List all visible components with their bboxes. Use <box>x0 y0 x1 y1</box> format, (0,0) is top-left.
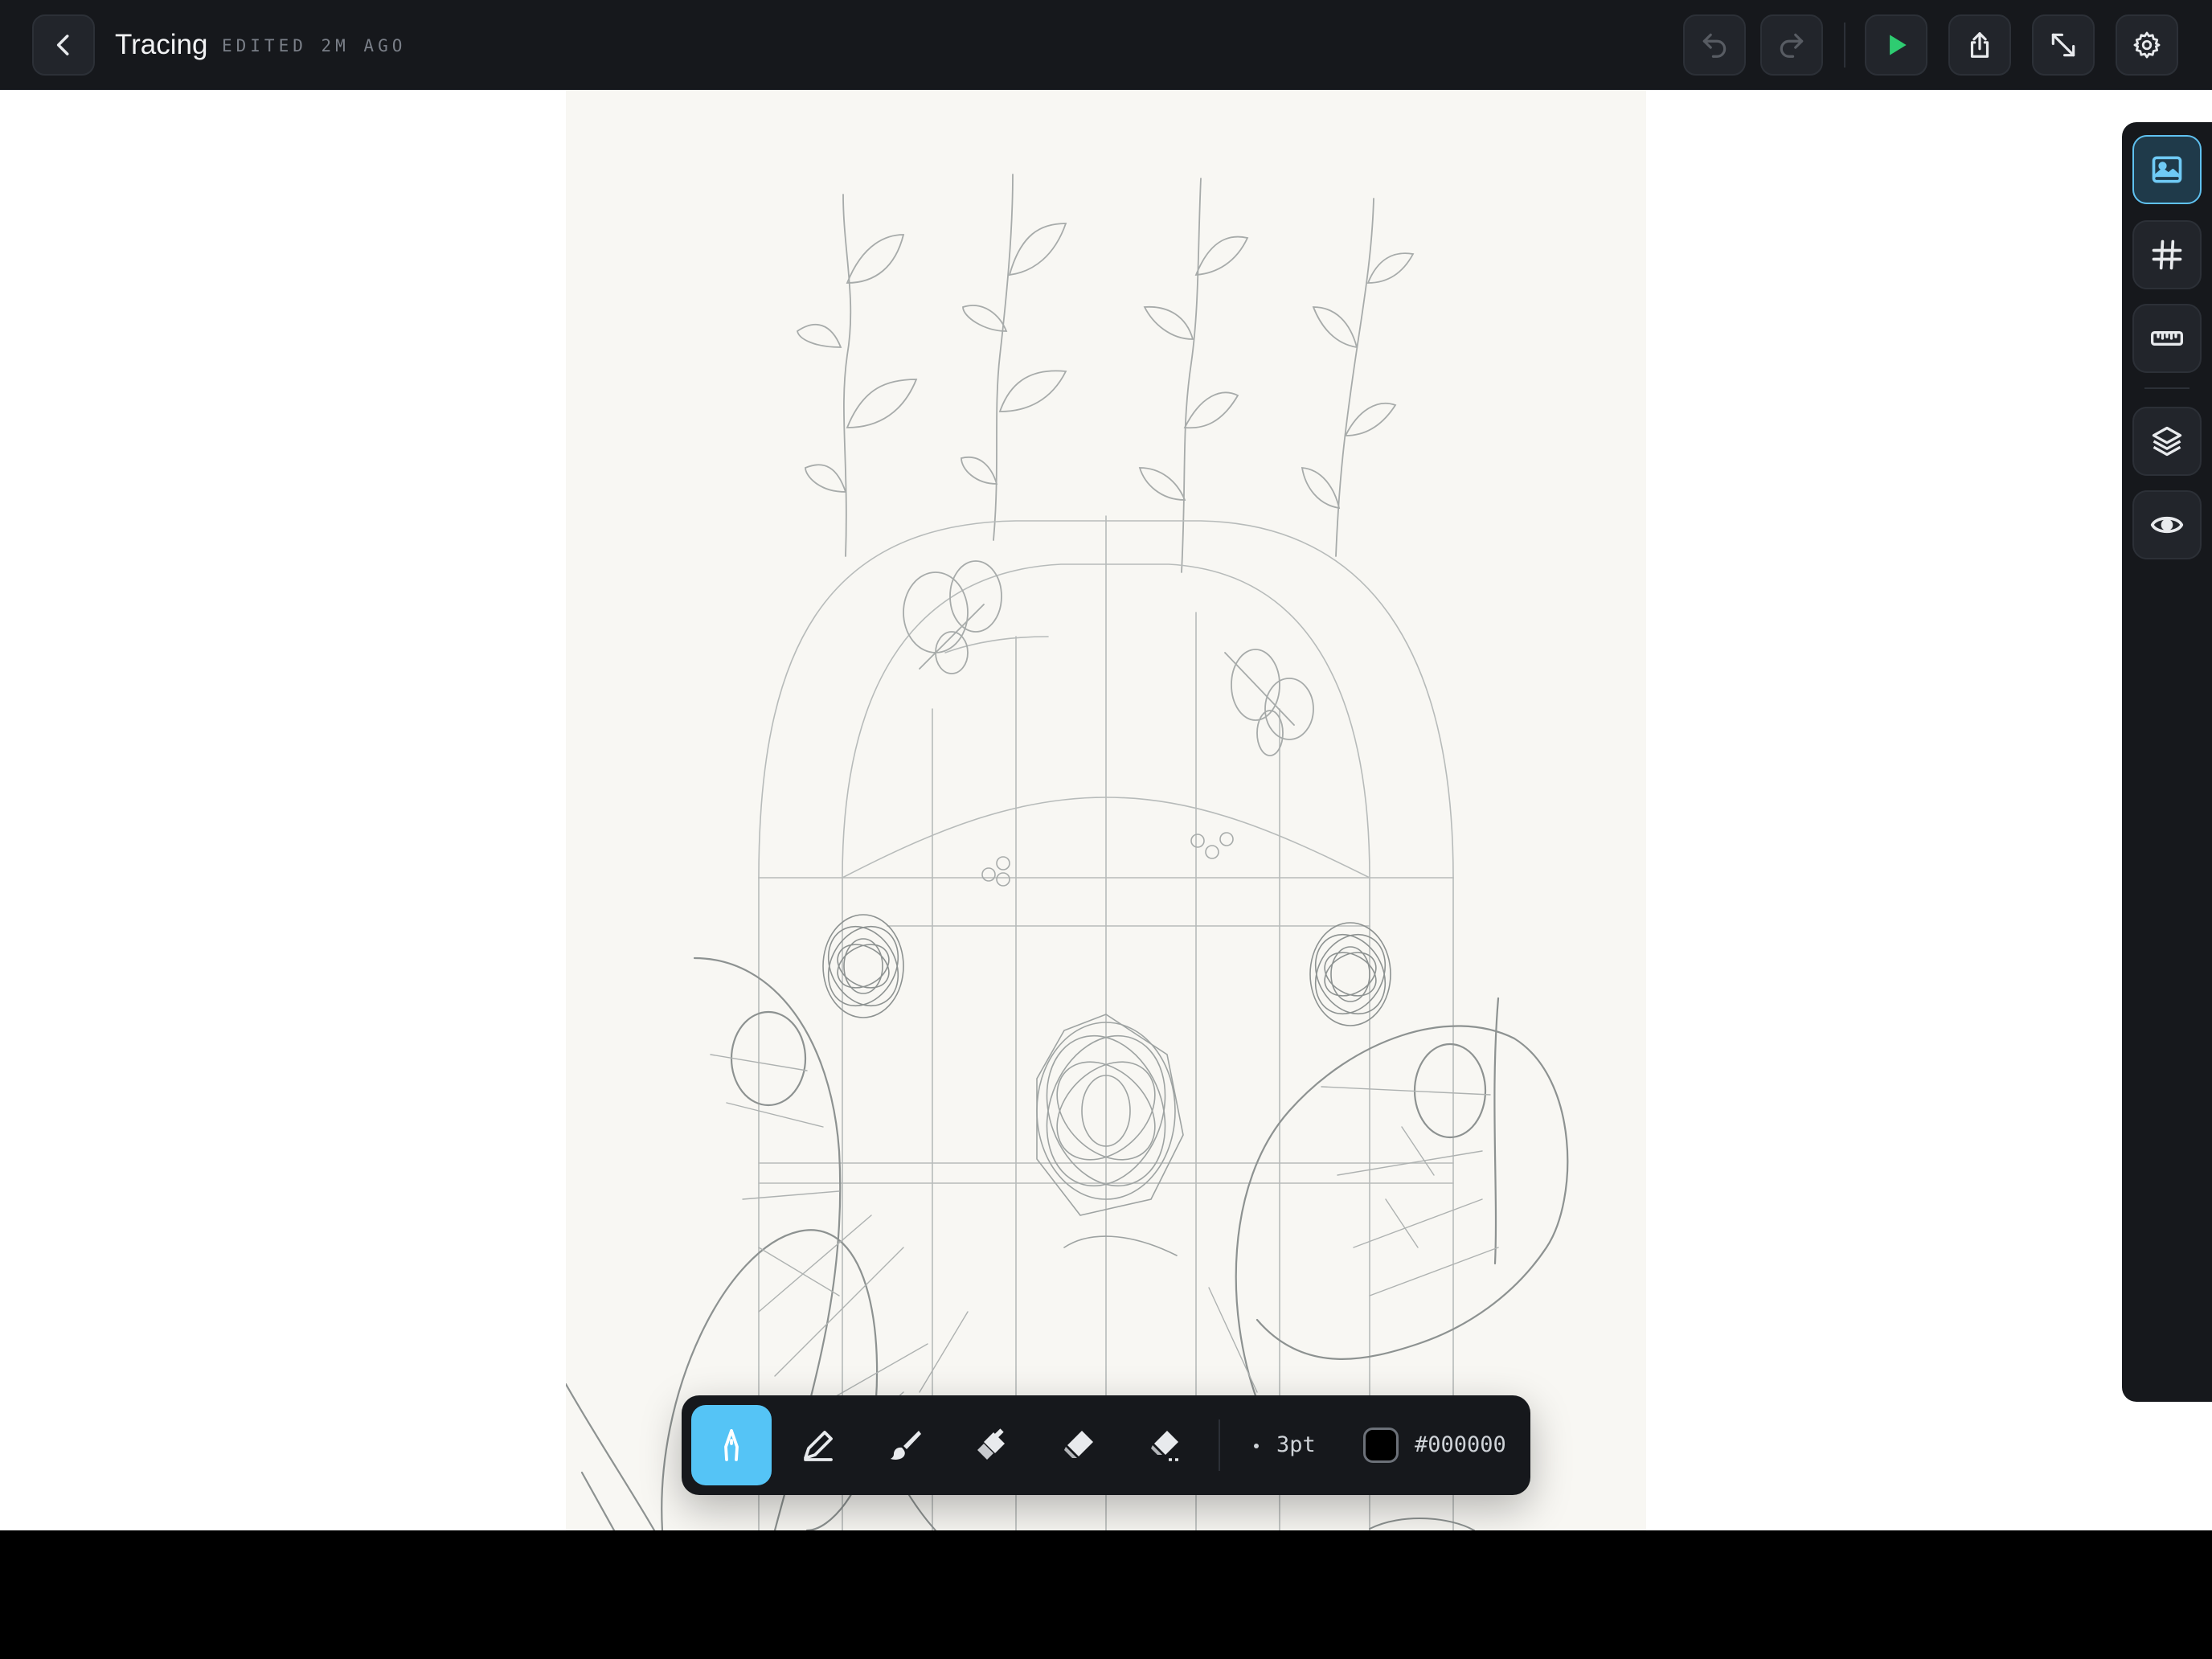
rosette-left <box>822 914 904 1018</box>
arch-frame <box>758 515 1454 1530</box>
color-swatch[interactable] <box>1363 1428 1399 1463</box>
airbrush-icon <box>977 1428 1005 1460</box>
tool-brush[interactable] <box>865 1405 945 1485</box>
rail-divider <box>2144 387 2189 389</box>
rail-layers-button[interactable] <box>2132 407 2202 476</box>
tool-airbrush[interactable] <box>952 1405 1032 1485</box>
tool-pen[interactable] <box>691 1405 772 1485</box>
toolbar-divider <box>1844 23 1845 68</box>
brush-icon <box>891 1431 921 1460</box>
rail-visibility-button[interactable] <box>2132 490 2202 559</box>
eraser-soft-icon <box>1151 1431 1182 1461</box>
image-icon <box>2152 156 2182 183</box>
share-button[interactable] <box>1948 14 2011 76</box>
drawing-canvas[interactable] <box>566 90 1646 1530</box>
tracing-sketch <box>566 174 1569 1530</box>
undo-icon <box>1702 33 1727 58</box>
brush-size-dot <box>1254 1444 1259 1448</box>
tool-pencil[interactable] <box>778 1405 858 1485</box>
rosette-right <box>1309 922 1391 1026</box>
ruler-icon <box>2151 331 2183 346</box>
color-hex-value[interactable]: #000000 <box>1415 1432 1506 1458</box>
layers-icon <box>2152 426 2182 457</box>
rail-ruler-button[interactable] <box>2132 304 2202 373</box>
rail-image-reference-button[interactable] <box>2132 135 2202 204</box>
vines <box>796 174 1415 573</box>
expand-button[interactable] <box>2032 14 2095 76</box>
gear-icon <box>2133 31 2161 59</box>
undo-button[interactable] <box>1683 14 1746 76</box>
eye-icon <box>2150 516 2184 534</box>
rail-grid-button[interactable] <box>2132 220 2202 289</box>
edited-timestamp: EDITED 2M AGO <box>222 36 407 55</box>
redo-icon <box>1780 33 1804 58</box>
back-icon <box>56 35 69 55</box>
toolbar-divider <box>1219 1419 1220 1471</box>
grid-icon <box>2152 240 2182 270</box>
workspace: 3pt #000000 <box>0 90 2212 1530</box>
butterflies <box>903 560 1314 756</box>
expand-icon <box>2051 33 2075 57</box>
top-bar: Tracing EDITED 2M AGO <box>0 0 2212 90</box>
fountain-pen-icon <box>724 1429 739 1461</box>
pencil-icon <box>804 1431 833 1461</box>
right-tool-rail <box>2122 122 2212 1402</box>
tool-eraser[interactable] <box>1038 1405 1119 1485</box>
back-button[interactable] <box>32 14 95 76</box>
brush-size-value[interactable]: 3pt <box>1276 1432 1316 1458</box>
share-icon <box>1970 32 1989 58</box>
eraser-icon <box>1064 1431 1093 1458</box>
play-button[interactable] <box>1865 14 1927 76</box>
tool-eraser-soft[interactable] <box>1125 1405 1206 1485</box>
redo-button[interactable] <box>1760 14 1823 76</box>
drawing-toolbar: 3pt #000000 <box>682 1395 1530 1495</box>
settings-button[interactable] <box>2116 14 2178 76</box>
bottom-letterbox <box>0 1530 2212 1659</box>
document-title: Tracing <box>115 29 208 60</box>
play-icon <box>1890 35 1907 55</box>
